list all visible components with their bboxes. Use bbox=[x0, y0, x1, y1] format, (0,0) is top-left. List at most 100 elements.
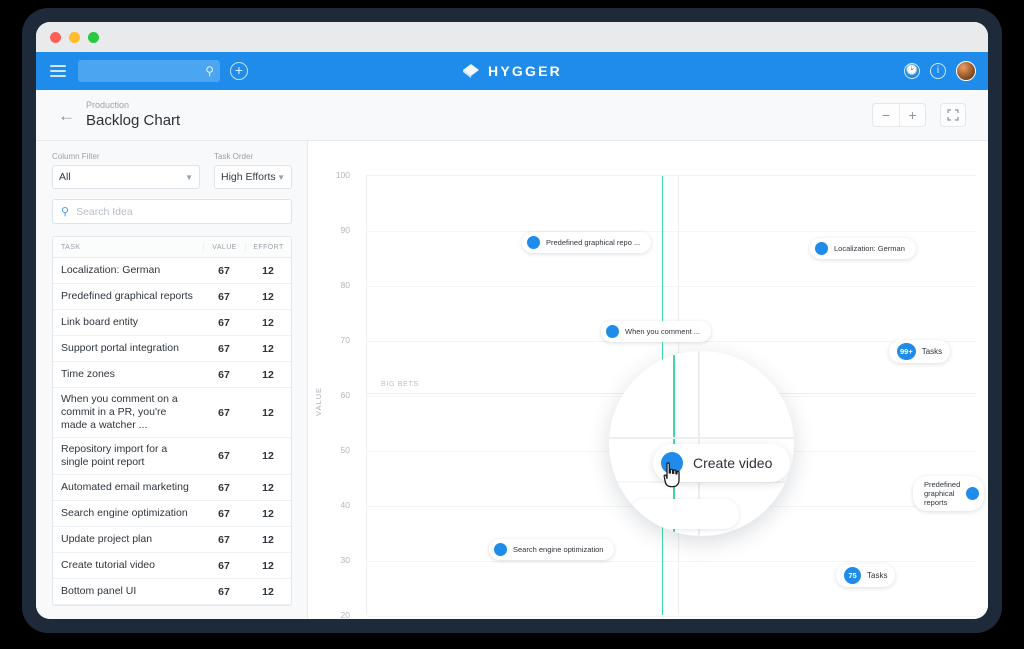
task-order-value: High Efforts bbox=[221, 171, 276, 183]
quadrant-label-big-bets: BIG BETS bbox=[381, 381, 419, 388]
global-search-input[interactable]: ⚲ bbox=[78, 60, 220, 82]
table-row[interactable]: Automated email marketing6712 bbox=[53, 475, 291, 501]
cell-value: 67 bbox=[203, 534, 245, 546]
chart-bubble-label: Predefined graphical reports bbox=[924, 480, 960, 507]
table-row[interactable]: Update project plan6712 bbox=[53, 527, 291, 553]
pointing-hand-cursor bbox=[661, 462, 681, 488]
fullscreen-button[interactable] bbox=[940, 103, 966, 127]
y-tick-label: 20 bbox=[324, 610, 350, 619]
cell-effort: 12 bbox=[245, 291, 291, 303]
task-dot-icon bbox=[606, 325, 619, 338]
info-icon[interactable]: i bbox=[930, 63, 946, 79]
chart-bubble[interactable]: Predefined graphical repo ... bbox=[522, 232, 651, 253]
table-row[interactable]: When you comment on a commit in a PR, yo… bbox=[53, 388, 291, 438]
cell-effort: 12 bbox=[245, 482, 291, 494]
y-tick-label: 90 bbox=[324, 225, 350, 235]
cell-effort: 12 bbox=[245, 534, 291, 546]
column-filter-label: Column Filter bbox=[52, 152, 100, 161]
col-header-effort: EFFORT bbox=[245, 244, 291, 251]
hamburger-menu-icon[interactable] bbox=[50, 65, 66, 77]
chevron-down-icon: ▼ bbox=[185, 173, 193, 182]
cell-effort: 12 bbox=[245, 508, 291, 520]
task-order-select[interactable]: High Efforts ▼ bbox=[214, 165, 292, 189]
table-row[interactable]: Search engine optimization6712 bbox=[53, 501, 291, 527]
cell-value: 67 bbox=[203, 407, 245, 419]
page-title: Backlog Chart bbox=[86, 112, 180, 129]
chart-bubble-label: Search engine optimization bbox=[513, 545, 603, 554]
cluster-count: 99+ bbox=[897, 343, 916, 360]
search-idea-input[interactable]: ⚲ Search Idea bbox=[52, 199, 292, 224]
chart-bubble[interactable]: Localization: German bbox=[810, 238, 916, 259]
chart-bubble-label: Localization: German bbox=[834, 244, 905, 253]
y-tick-label: 70 bbox=[324, 335, 350, 345]
cell-task: Link board entity bbox=[53, 311, 203, 334]
column-filter-select[interactable]: All ▼ bbox=[52, 165, 200, 189]
maximize-window-button[interactable] bbox=[88, 32, 99, 43]
breadcrumb[interactable]: Production bbox=[86, 100, 129, 110]
add-new-icon[interactable]: + bbox=[230, 62, 248, 80]
cell-task: Support portal integration bbox=[53, 337, 203, 360]
clock-icon[interactable]: 🕑 bbox=[904, 63, 920, 79]
cell-task: Update project plan bbox=[53, 528, 203, 551]
cluster-count: 75 bbox=[844, 567, 861, 584]
table-row[interactable]: Support portal integration6712 bbox=[53, 336, 291, 362]
table-row[interactable]: Predefined graphical reports6712 bbox=[53, 284, 291, 310]
task-order-label: Task Order bbox=[214, 152, 253, 161]
cluster-label: Tasks bbox=[922, 347, 942, 356]
y-tick-label: 80 bbox=[324, 280, 350, 290]
chart-bubble[interactable]: Predefined graphical reports bbox=[913, 476, 984, 511]
cell-effort: 12 bbox=[245, 265, 291, 277]
zoom-in-button[interactable]: + bbox=[899, 104, 925, 126]
zoom-controls: − + bbox=[872, 103, 926, 127]
cell-task: Time zones bbox=[53, 363, 203, 386]
y-tick-label: 30 bbox=[324, 555, 350, 565]
table-row[interactable]: Bottom panel UI6712 bbox=[53, 579, 291, 605]
cluster-chip[interactable]: 75 Tasks bbox=[836, 564, 895, 587]
chevron-down-icon: ▼ bbox=[277, 173, 285, 182]
cell-value: 67 bbox=[203, 508, 245, 520]
task-dot-icon bbox=[527, 236, 540, 249]
back-arrow-icon[interactable]: ← bbox=[58, 106, 75, 126]
task-dot-icon bbox=[966, 487, 979, 500]
avatar[interactable] bbox=[956, 61, 976, 81]
magnified-bubble-label: Create video bbox=[693, 455, 772, 471]
window-titlebar bbox=[36, 22, 988, 52]
cell-task: Localization: German bbox=[53, 259, 203, 282]
col-header-value: VALUE bbox=[203, 244, 245, 251]
cell-effort: 12 bbox=[245, 369, 291, 381]
y-axis-label: VALUE bbox=[314, 387, 323, 416]
brand-name: HYGGER bbox=[488, 63, 562, 79]
cell-effort: 12 bbox=[245, 586, 291, 598]
cell-effort: 12 bbox=[245, 560, 291, 572]
sidebar: Column Filter All ▼ Task Order High Effo… bbox=[36, 141, 308, 619]
magnifier-lens: Create video bbox=[609, 351, 794, 536]
gridline bbox=[367, 231, 976, 232]
close-window-button[interactable] bbox=[50, 32, 61, 43]
chart-bubble-label: Predefined graphical repo ... bbox=[546, 238, 640, 247]
cluster-label: Tasks bbox=[867, 571, 887, 580]
table-row[interactable]: Time zones6712 bbox=[53, 362, 291, 388]
table-row[interactable]: Repository import for a single point rep… bbox=[53, 438, 291, 475]
table-row[interactable]: Create tutorial video6712 bbox=[53, 553, 291, 579]
cell-value: 67 bbox=[203, 586, 245, 598]
column-filter-value: All bbox=[59, 171, 71, 183]
magnified-quadrant-divider-horizontal bbox=[609, 437, 794, 439]
chart-bubble[interactable]: When you comment ... bbox=[601, 321, 711, 342]
cell-effort: 12 bbox=[245, 317, 291, 329]
chart-bubble[interactable]: Search engine optimization bbox=[489, 539, 614, 560]
gridline bbox=[367, 616, 976, 617]
table-row[interactable]: Localization: German6712 bbox=[53, 258, 291, 284]
y-tick-label: 50 bbox=[324, 445, 350, 455]
table-body: Localization: German6712Predefined graph… bbox=[53, 258, 291, 605]
zoom-out-button[interactable]: − bbox=[873, 104, 899, 126]
page-subheader: ← Production Backlog Chart − + bbox=[36, 90, 988, 141]
y-tick-label: 40 bbox=[324, 500, 350, 510]
table-row[interactable]: Link board entity6712 bbox=[53, 310, 291, 336]
screen: ⚲ + HYGGER 🕑 i ← Production Backlog Char… bbox=[36, 22, 988, 619]
cluster-chip[interactable]: 99+ Tasks bbox=[889, 340, 950, 363]
search-idea-placeholder: Search Idea bbox=[76, 206, 133, 218]
cell-task: Predefined graphical reports bbox=[53, 285, 203, 308]
cell-effort: 12 bbox=[245, 450, 291, 462]
minimize-window-button[interactable] bbox=[69, 32, 80, 43]
cell-task: Repository import for a single point rep… bbox=[53, 438, 203, 474]
